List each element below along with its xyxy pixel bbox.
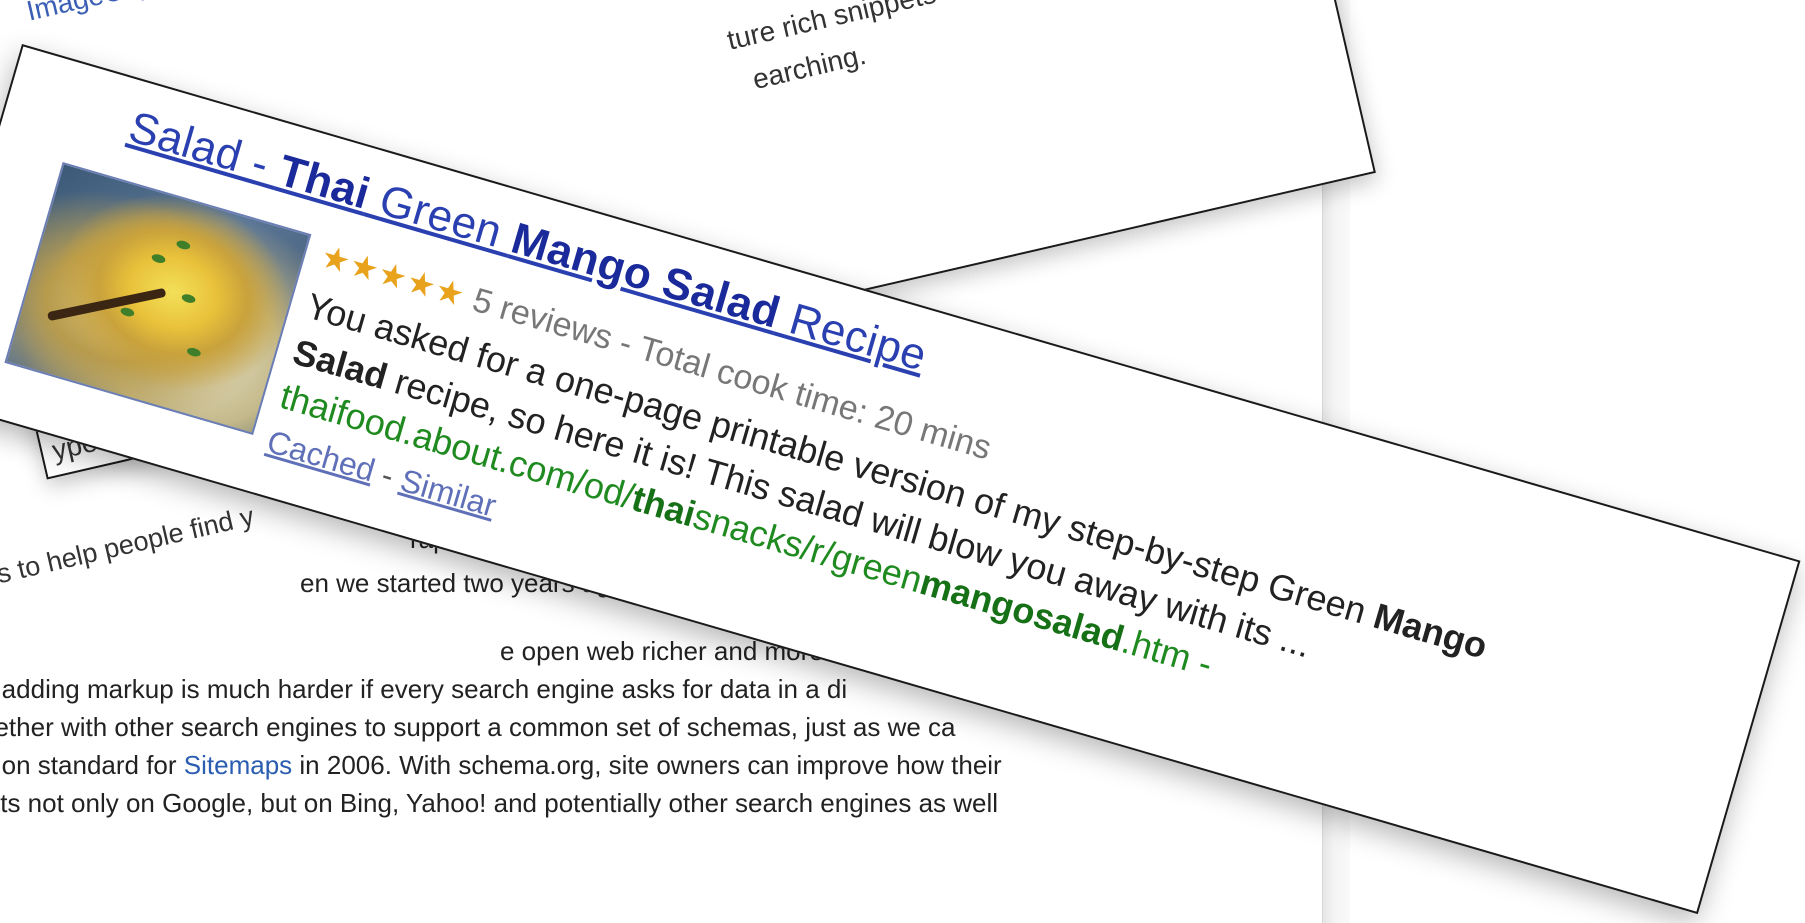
recipe-thumbnail[interactable]: [4, 162, 312, 435]
herb-shape: [180, 292, 197, 305]
paragraph-line-5: ults not only on Google, but on Bing, Ya…: [0, 788, 999, 818]
paragraph-line-4: mon standard for Sitemaps in 2006. With …: [0, 750, 1002, 780]
screenshot-stage: e open web richer and more useful. We kn…: [0, 0, 1805, 923]
paragraph-line-3: gether with other search engines to supp…: [0, 712, 956, 742]
frag-right-1: ture rich snippets formats as: [724, 0, 1074, 56]
herb-shape: [175, 239, 192, 251]
sitemaps-link[interactable]: Sitemaps: [184, 750, 292, 780]
frag-top-left-2[interactable]: ImageObjec: [24, 0, 178, 28]
herb-shape: [119, 306, 136, 318]
fork-shape: [47, 287, 167, 322]
herb-shape: [150, 252, 167, 265]
herb-shape: [186, 346, 202, 358]
